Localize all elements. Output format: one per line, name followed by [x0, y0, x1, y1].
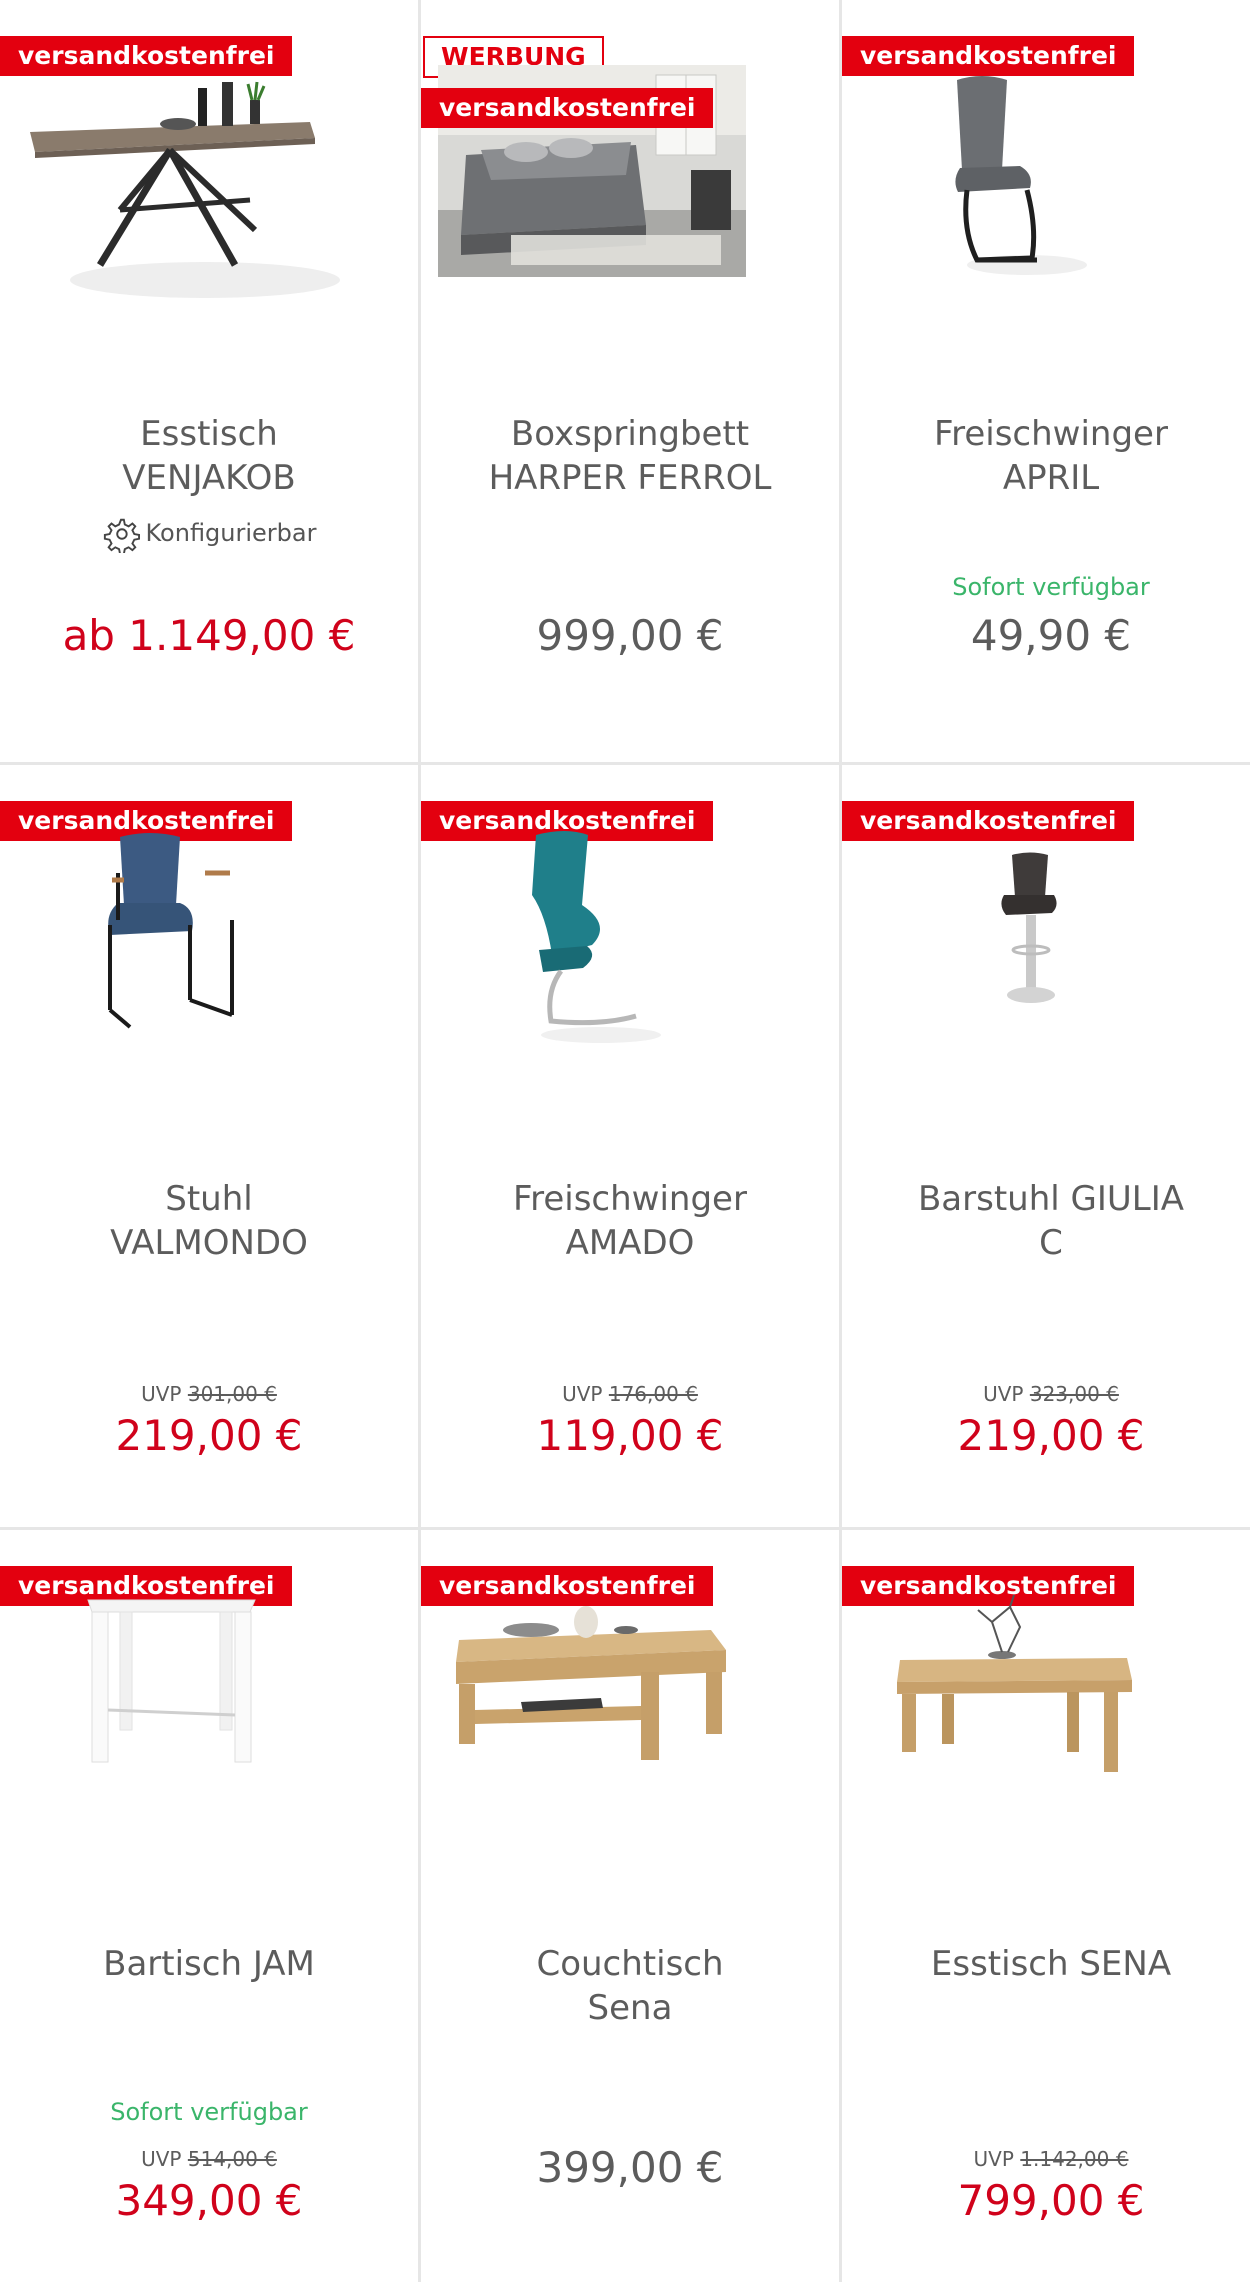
product-name[interactable]: Esstisch SENA [862, 1942, 1240, 1986]
uvp-price: UVP 514,00 € [141, 2147, 277, 2171]
shipping-badge: versandkostenfrei [421, 88, 714, 128]
availability-status: Sofort verfügbar [952, 573, 1150, 601]
product-card-couchtisch-sena[interactable]: versandkostenfrei Couchtisch Sena 399,00… [421, 1530, 839, 2292]
uvp-price: UVP 176,00 € [562, 1382, 698, 1406]
product-image-cantilever-chair-gray[interactable] [842, 60, 1250, 310]
product-card-esstisch-venjakob[interactable]: versandkostenfrei Esstisch VENJAKOB Konf… [0, 0, 418, 762]
product-price: 219,00 € [957, 1411, 1145, 1460]
product-card-freischwinger-amado[interactable]: versandkostenfrei Freischwinger AMADO UV… [421, 765, 839, 1527]
availability-status: Sofort verfügbar [110, 2098, 308, 2126]
uvp-price: UVP 1.142,00 € [973, 2147, 1129, 2171]
grid-divider [418, 0, 421, 2282]
product-name[interactable]: Boxspringbett HARPER FERROL [441, 412, 819, 500]
uvp-price: UVP 301,00 € [141, 1382, 277, 1406]
grid-divider [0, 762, 1250, 765]
product-price: ab 1.149,00 € [62, 611, 356, 660]
product-price: 49,90 € [970, 611, 1132, 660]
product-name[interactable]: Esstisch VENJAKOB [20, 412, 398, 500]
product-price: 799,00 € [957, 2176, 1145, 2225]
grid-divider [0, 1527, 1250, 1530]
product-grid: versandkostenfrei Esstisch VENJAKOB Konf… [0, 0, 1250, 2292]
product-card-bartisch-jam[interactable]: versandkostenfrei Bartisch JAM Sofort ve… [0, 1530, 418, 2292]
product-name[interactable]: Stuhl VALMONDO [20, 1177, 398, 1265]
configurable-indicator: Konfigurierbar [0, 515, 418, 555]
product-price: 219,00 € [115, 1411, 303, 1460]
product-price: 399,00 € [536, 2143, 724, 2192]
product-name[interactable]: Freischwinger AMADO [441, 1177, 819, 1265]
product-image-cantilever-chair-teal[interactable] [421, 825, 839, 1075]
product-card-boxspringbett-harper-ferrol[interactable]: WERBUNG versandkostenfrei Boxspringbett … [421, 0, 839, 762]
product-image-bar-table[interactable] [0, 1590, 418, 1840]
grid-divider [839, 0, 842, 2282]
product-card-barstuhl-giulia-c[interactable]: versandkostenfrei Barstuhl GIULIA C UVP … [842, 765, 1250, 1527]
gear-icon [102, 515, 140, 555]
product-name[interactable]: Barstuhl GIULIA C [862, 1177, 1240, 1265]
uvp-price: UVP 323,00 € [983, 1382, 1119, 1406]
product-price: 119,00 € [536, 1411, 724, 1460]
product-image-coffee-table[interactable] [421, 1590, 839, 1840]
product-image-chair-blue[interactable] [0, 825, 418, 1075]
product-name[interactable]: Freischwinger APRIL [862, 412, 1240, 500]
product-name[interactable]: Couchtisch Sena [441, 1942, 819, 2030]
product-card-freischwinger-april[interactable]: versandkostenfrei Freischwinger APRIL So… [842, 0, 1250, 762]
product-card-esstisch-sena[interactable]: versandkostenfrei Esstisch SENA UVP 1.14… [842, 1530, 1250, 2292]
product-image-wooden-dining-table[interactable] [842, 1590, 1250, 1840]
product-price: 349,00 € [115, 2176, 303, 2225]
product-price: 999,00 € [536, 611, 724, 660]
product-image-dining-table[interactable] [0, 60, 418, 310]
product-name[interactable]: Bartisch JAM [20, 1942, 398, 1986]
product-card-stuhl-valmondo[interactable]: versandkostenfrei Stuhl VALMONDO UVP 301… [0, 765, 418, 1527]
product-image-bar-stool[interactable] [842, 825, 1250, 1075]
